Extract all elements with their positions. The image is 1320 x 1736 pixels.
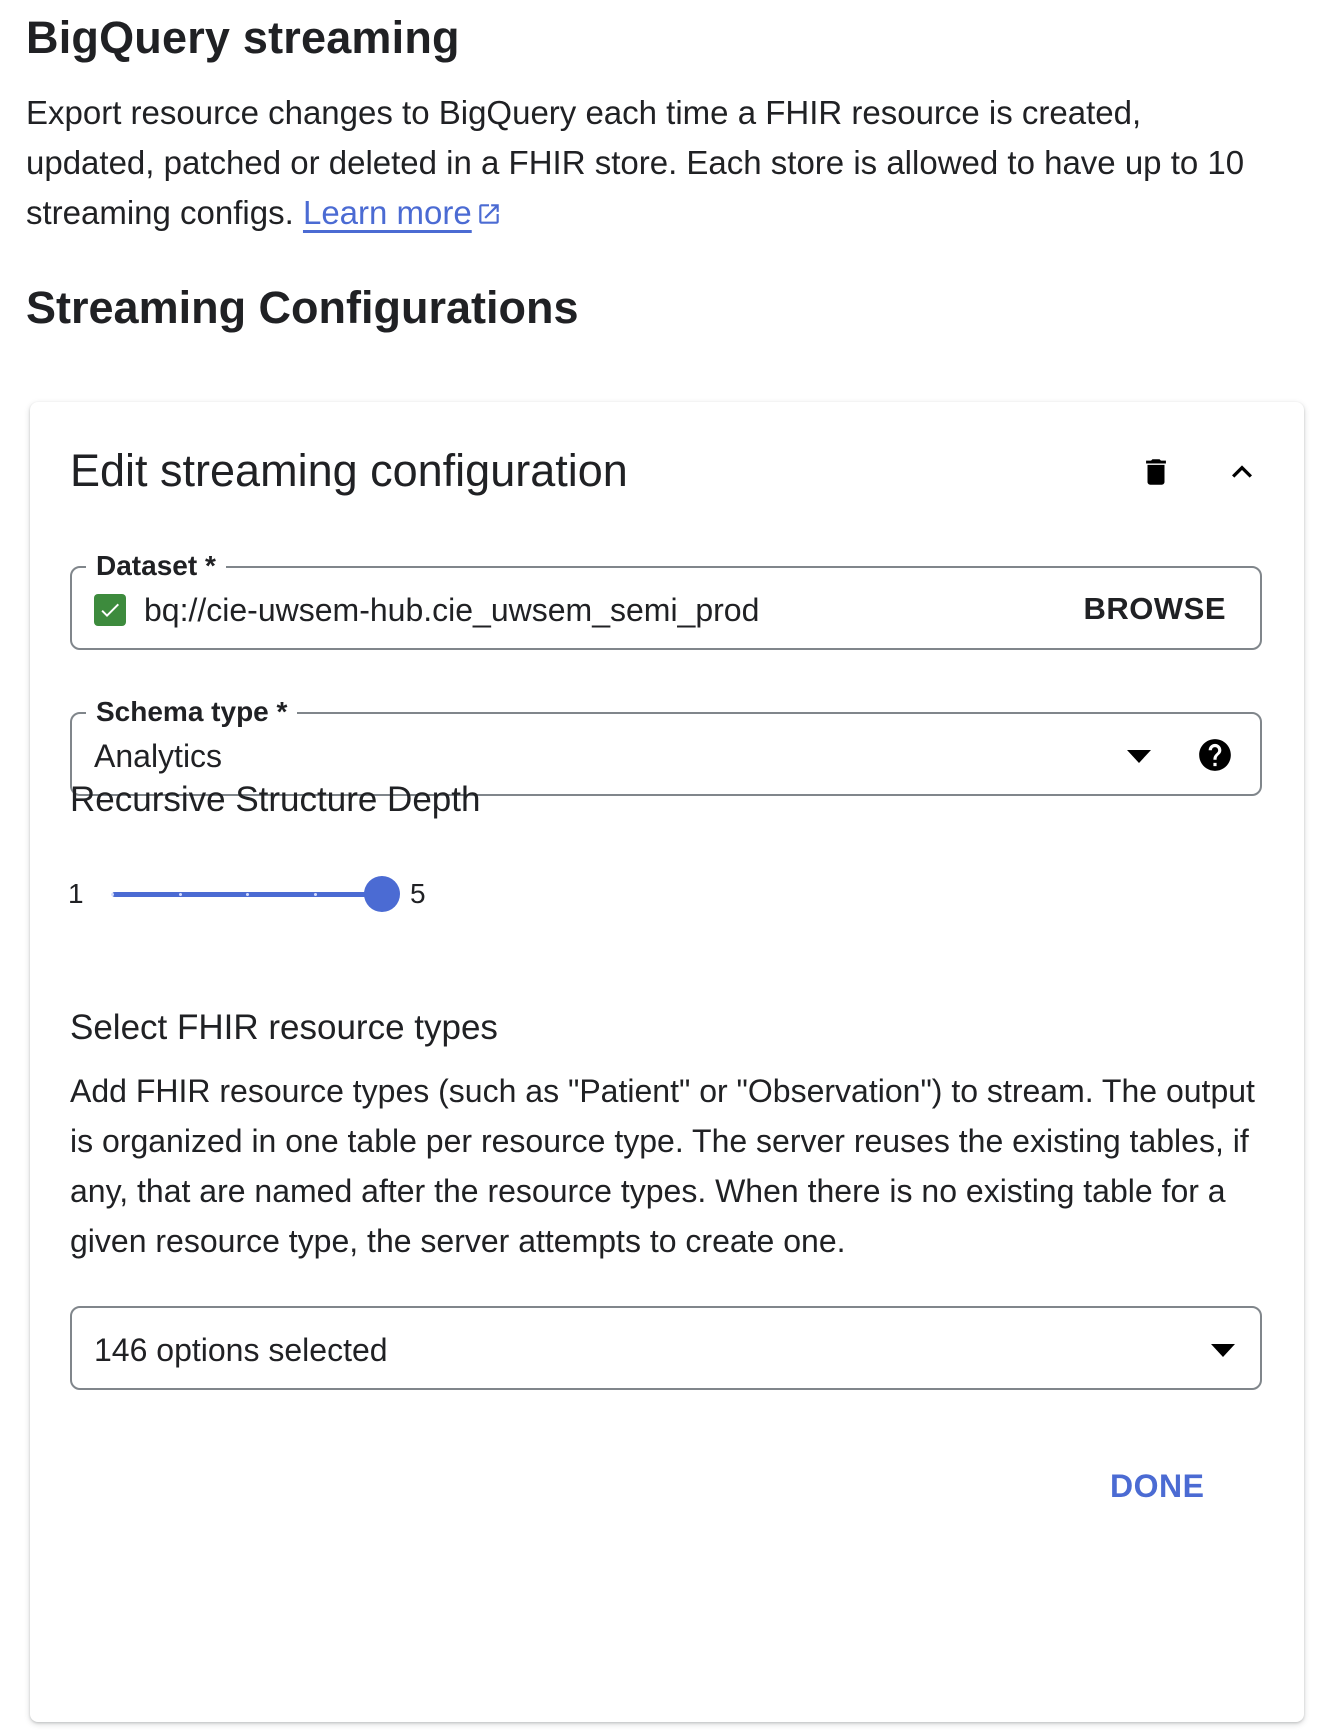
dataset-field[interactable]: Dataset * bq://cie-uwsem-hub.cie_uwsem_s… [70, 548, 1262, 650]
intro-paragraph: Export resource changes to BigQuery each… [26, 88, 1266, 238]
trash-icon [1146, 459, 1166, 485]
slider-max-label: 5 [410, 878, 426, 909]
section-title: Streaming Configurations [26, 282, 579, 333]
dataset-valid-check-icon [94, 594, 126, 626]
collapse-button[interactable] [1212, 442, 1272, 502]
done-button[interactable]: DONE [1110, 1464, 1204, 1508]
schema-type-value: Analytics [94, 738, 223, 774]
learn-more-link[interactable]: Learn more [303, 194, 472, 231]
card-title: Edit streaming configuration [70, 445, 628, 496]
schema-type-label: Schema type * [86, 694, 298, 730]
fhir-resource-types-title: Select FHIR resource types [70, 1008, 498, 1047]
delete-config-button[interactable] [1126, 442, 1186, 502]
fhir-resource-types-select[interactable]: 146 options selected [70, 1306, 1262, 1390]
slider-thumb[interactable] [364, 876, 400, 912]
open-in-new-icon[interactable] [476, 201, 502, 227]
dataset-value: bq://cie-uwsem-hub.cie_uwsem_semi_prod [144, 592, 760, 628]
slider-min-label: 1 [68, 878, 84, 909]
recursive-depth-title: Recursive Structure Depth [70, 780, 481, 819]
page-title: BigQuery streaming [26, 12, 460, 63]
dropdown-arrow-icon[interactable] [1124, 744, 1154, 768]
slider-tick [246, 893, 249, 896]
browse-button[interactable]: BROWSE [1084, 588, 1227, 630]
dataset-label: Dataset * [86, 548, 226, 584]
slider-tick [313, 893, 317, 896]
slider-tick [111, 893, 114, 896]
chevron-up-icon [1232, 465, 1252, 478]
recursive-depth-slider[interactable] [111, 876, 400, 912]
learn-more-label: Learn more [302, 194, 472, 231]
help-icon[interactable] [1196, 736, 1234, 774]
resource-selection-summary: 146 options selected [94, 1332, 388, 1368]
dropdown-arrow-icon [1211, 1344, 1235, 1357]
intro-text: Export resource changes to BigQuery each… [26, 94, 1245, 231]
streaming-config-card: Edit streaming configuration Dataset * b… [30, 402, 1304, 1722]
fhir-resource-types-description: Add FHIR resource types (such as "Patien… [70, 1073, 1255, 1259]
slider-tick [178, 893, 182, 896]
